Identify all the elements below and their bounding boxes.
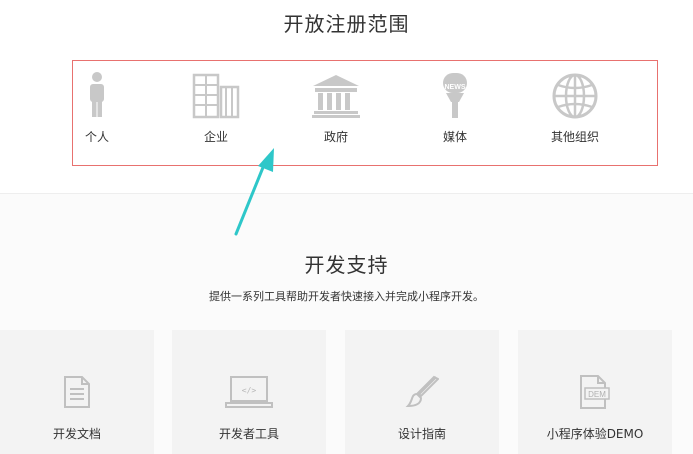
annotation-arrow [234,148,274,236]
